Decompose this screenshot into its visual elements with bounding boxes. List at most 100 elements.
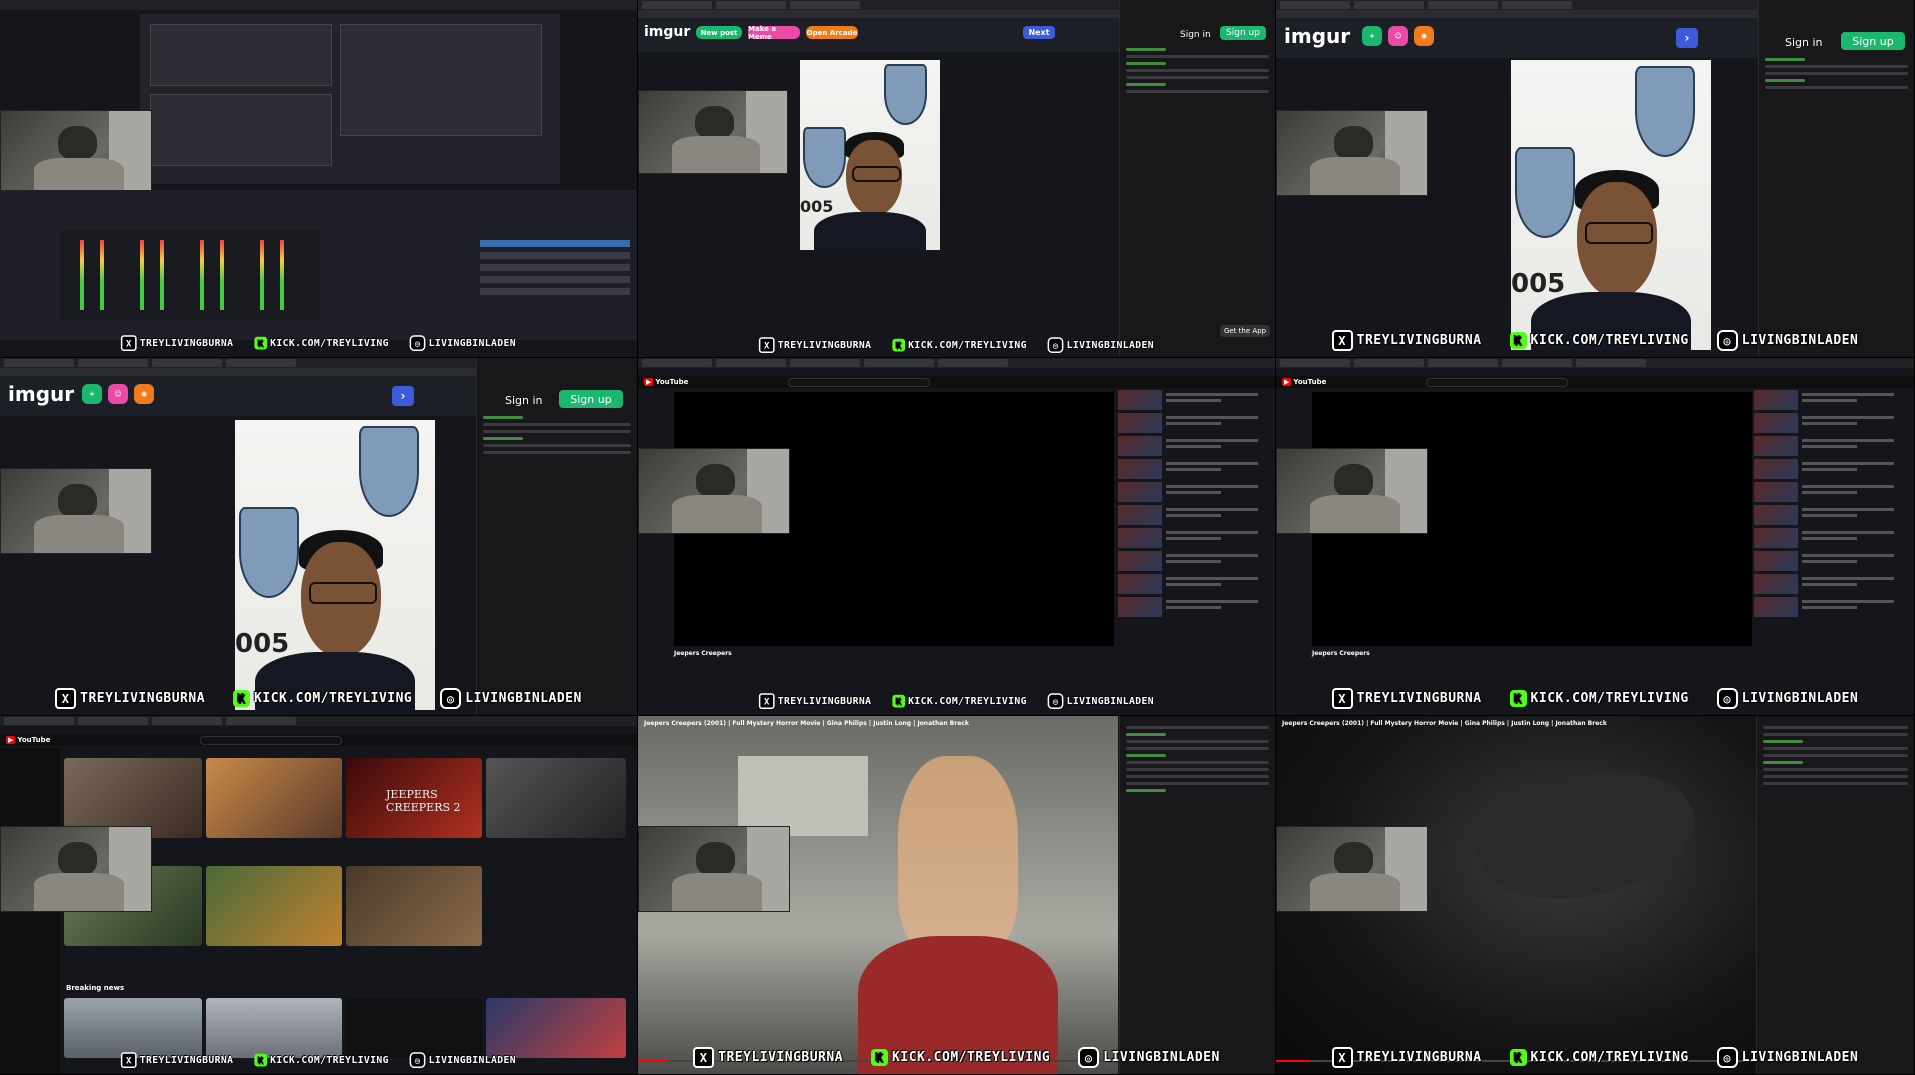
search-input[interactable] [788,378,930,387]
news-thumb[interactable] [486,998,626,1058]
recommended-video[interactable] [1754,482,1894,502]
kick-handle: K KICK.COM/TREYLIVING [254,336,388,350]
recommended-video[interactable] [1118,482,1258,502]
home-video-thumb[interactable] [346,866,482,946]
youtube-header: ▶ YouTube [1276,376,1914,388]
new-post-icon[interactable]: + [1362,26,1382,46]
panel-imgur-3: imgur + ☺ ◉ › 005 Sign in Sign up X TREYL… [0,358,638,716]
new-post-icon[interactable]: + [82,384,102,404]
imgur-header: imgur + ☺ ◉ › [0,376,477,416]
sign-up-button[interactable]: Sign up [559,390,623,408]
home-video-thumb[interactable] [486,758,626,838]
x-icon: X [55,688,77,709]
instagram-icon: ◎ [1047,693,1064,709]
x-icon: X [120,1052,137,1068]
recommended-video[interactable] [1754,574,1894,594]
webcam-feed [0,110,152,197]
get-app-button[interactable]: Get the App [1220,325,1270,337]
audio-mixer[interactable] [60,230,320,320]
stream-grid: X TREYLIVINGBURNA K KICK.COM/TREYLIVING ◎ L… [0,0,1915,1075]
make-meme-button[interactable]: Make a Meme [748,25,800,41]
recommended-video[interactable] [1754,390,1894,410]
webcam-feed [638,90,788,174]
recommended-video[interactable] [1754,528,1894,548]
recommended-video[interactable] [1118,597,1258,617]
home-video-thumb[interactable]: JEEPERS CREEPERS 2 [346,758,482,838]
social-overlay: X TREYLIVINGBURNA K KICK.COM/TREYLIVING ◎ L… [1276,688,1914,709]
webcam-feed [638,826,790,912]
next-arrow-button[interactable]: › [392,386,414,406]
recommended-video[interactable] [1754,597,1894,617]
x-icon: X [1331,688,1353,709]
news-thumb[interactable] [64,998,202,1058]
recommended-video[interactable] [1118,528,1258,548]
sign-up-button[interactable]: Sign up [1841,32,1905,50]
imgur-logo[interactable]: imgur [1284,24,1350,48]
recommended-video[interactable] [1754,551,1894,571]
recommended-video[interactable] [1118,413,1258,433]
video-title: Jeepers Creepers [1312,650,1370,657]
studio-mode-button[interactable] [480,276,630,283]
new-post-button[interactable]: New post [696,26,742,39]
open-arcade-button[interactable]: Open Arcade [806,26,858,39]
obs-menubar [0,0,637,10]
instagram-icon: ◎ [1078,1047,1100,1068]
imgur-photo: 005 [235,420,435,710]
arcade-icon[interactable]: ◉ [134,384,154,404]
kick-icon: K [1509,690,1527,707]
next-button[interactable]: Next [1023,26,1055,39]
sign-up-button[interactable]: Sign up [1220,26,1266,40]
webcam-feed [1276,448,1428,534]
actor-figure [898,756,1018,956]
instagram-icon: ◎ [1716,688,1738,709]
arcade-icon[interactable]: ◉ [1414,26,1434,46]
panel-movie-2: Jeepers Creepers (2001) | Full Mystery H… [1276,716,1915,1075]
recommended-video[interactable] [1754,436,1894,456]
imgur-logo[interactable]: imgur [644,24,690,40]
chat-panel: Sign in Sign up Get the App [1119,0,1275,357]
meme-icon[interactable]: ☺ [108,384,128,404]
recommended-video[interactable] [1118,574,1258,594]
youtube-header: ▶ YouTube [0,734,637,746]
sign-in-link[interactable]: Sign in [1180,30,1211,40]
x-icon: X [1331,1047,1353,1068]
imgur-photo: 005 [800,60,940,250]
panel-youtube-home: ▶ YouTube JEEPERS CREEPERS 2 Breaking new… [0,716,638,1075]
obs-preview [140,14,560,184]
virtual-camera-button[interactable] [480,264,630,271]
home-video-thumb[interactable] [206,866,342,946]
recommended-video[interactable] [1754,413,1894,433]
next-arrow-button[interactable]: › [1676,28,1698,48]
home-video-thumb[interactable] [206,758,342,838]
recommended-video[interactable] [1118,505,1258,525]
youtube-logo[interactable]: ▶ YouTube [644,378,688,386]
news-thumb[interactable] [346,998,482,1058]
recommended-video[interactable] [1754,505,1894,525]
recommended-video[interactable] [1118,551,1258,571]
social-overlay: X TREYLIVINGBURNA K KICK.COM/TREYLIVING ◎ L… [638,1047,1275,1068]
youtube-logo[interactable]: ▶ YouTube [6,736,50,744]
search-input[interactable] [200,736,342,745]
recommended-video[interactable] [1118,459,1258,479]
imgur-header: imgur + ☺ ◉ › [1276,18,1759,58]
social-overlay: X TREYLIVINGBURNA K KICK.COM/TREYLIVING ◎ L… [80,1052,558,1068]
start-streaming-button[interactable] [480,240,630,247]
news-thumb[interactable] [206,998,342,1058]
youtube-logo[interactable]: ▶ YouTube [1282,378,1326,386]
settings-button[interactable] [480,288,630,295]
sign-in-link[interactable]: Sign in [505,394,543,407]
social-overlay: X TREYLIVINGBURNA K KICK.COM/TREYLIVING ◎ L… [80,335,558,351]
recommended-video[interactable] [1754,459,1894,479]
obs-nested-preview-2 [340,24,542,136]
start-recording-button[interactable] [480,252,630,259]
imgur-logo[interactable]: imgur [8,382,74,406]
recommended-video[interactable] [1118,436,1258,456]
recommendations [1754,390,1894,620]
sign-in-link[interactable]: Sign in [1785,36,1823,49]
search-input[interactable] [1426,378,1568,387]
x-icon: X [758,337,775,353]
meme-icon[interactable]: ☺ [1388,26,1408,46]
webcam-feed [1276,110,1428,196]
instagram-icon: ◎ [409,335,426,351]
recommended-video[interactable] [1118,390,1258,410]
